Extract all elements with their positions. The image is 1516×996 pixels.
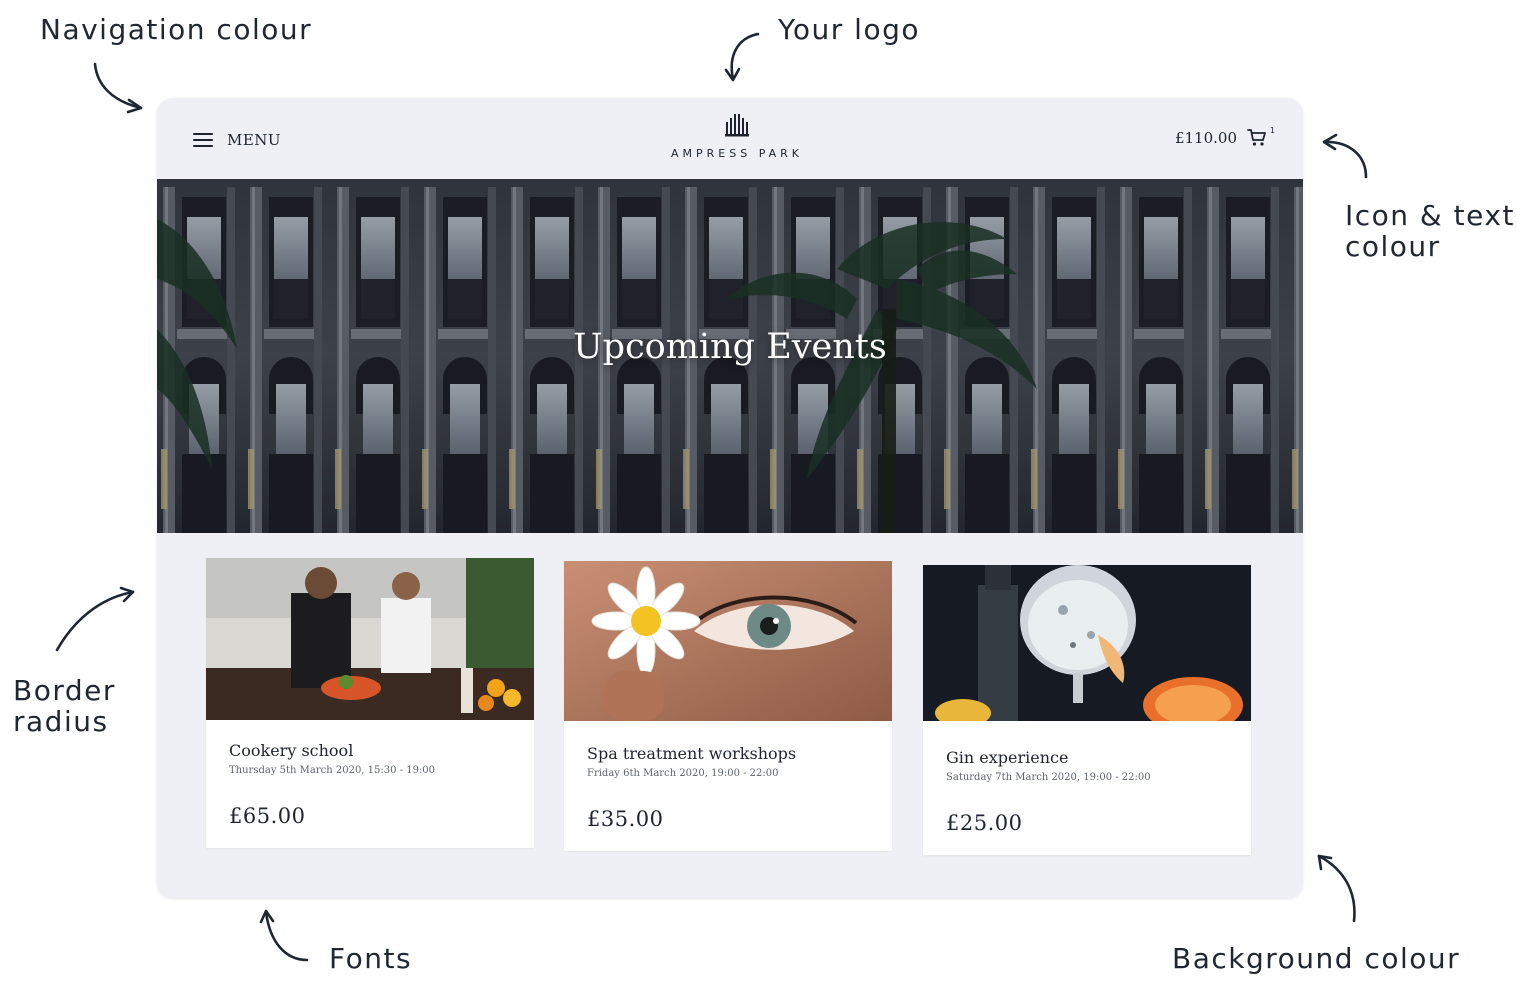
arrow-background: [1317, 854, 1356, 923]
event-card-gin[interactable]: Gin experience Saturday 7th March 2020, …: [923, 565, 1251, 855]
cart-count-badge: 1: [1269, 126, 1275, 135]
cart-button[interactable]: £110.00 1: [1174, 126, 1275, 148]
event-date: Saturday 7th March 2020, 19:00 - 22:00: [946, 772, 1151, 783]
website-preview-frame: MENU AMPRESS PARK £110.00 1 Upcoming Eve…: [157, 98, 1303, 898]
logo-building-icon: [725, 114, 749, 137]
menu-label: MENU: [227, 131, 282, 149]
cart-total: £110.00: [1174, 129, 1237, 147]
event-image-cookery: [206, 558, 534, 720]
event-price: £65.00: [229, 804, 306, 828]
arrow-navigation: [93, 62, 143, 110]
cart-icon: [1247, 129, 1266, 146]
event-price: £35.00: [587, 807, 664, 831]
event-image-spa: [564, 561, 892, 723]
arrow-logo: [730, 32, 760, 81]
event-date: Thursday 5th March 2020, 15:30 - 19:00: [229, 765, 436, 776]
event-title: Cookery school: [229, 741, 354, 760]
event-card-cookery[interactable]: Cookery school Thursday 5th March 2020, …: [206, 558, 534, 848]
logo-text: AMPRESS PARK: [670, 147, 803, 160]
site-logo[interactable]: AMPRESS PARK: [647, 112, 827, 160]
event-card-spa[interactable]: Spa treatment workshops Friday 6th March…: [564, 561, 892, 851]
hero-banner: Upcoming Events: [157, 179, 1303, 533]
event-date: Friday 6th March 2020, 19:00 - 22:00: [587, 768, 779, 779]
event-image-gin: [923, 565, 1251, 721]
arrow-border-radius: [55, 590, 135, 652]
hero-title: Upcoming Events: [573, 327, 887, 367]
event-title: Spa treatment workshops: [587, 744, 797, 763]
menu-button[interactable]: MENU: [193, 129, 281, 151]
navigation-bar: MENU AMPRESS PARK £110.00 1: [157, 98, 1303, 179]
event-title: Gin experience: [946, 748, 1069, 767]
event-price: £25.00: [946, 811, 1023, 835]
hamburger-menu-icon: [193, 133, 213, 147]
